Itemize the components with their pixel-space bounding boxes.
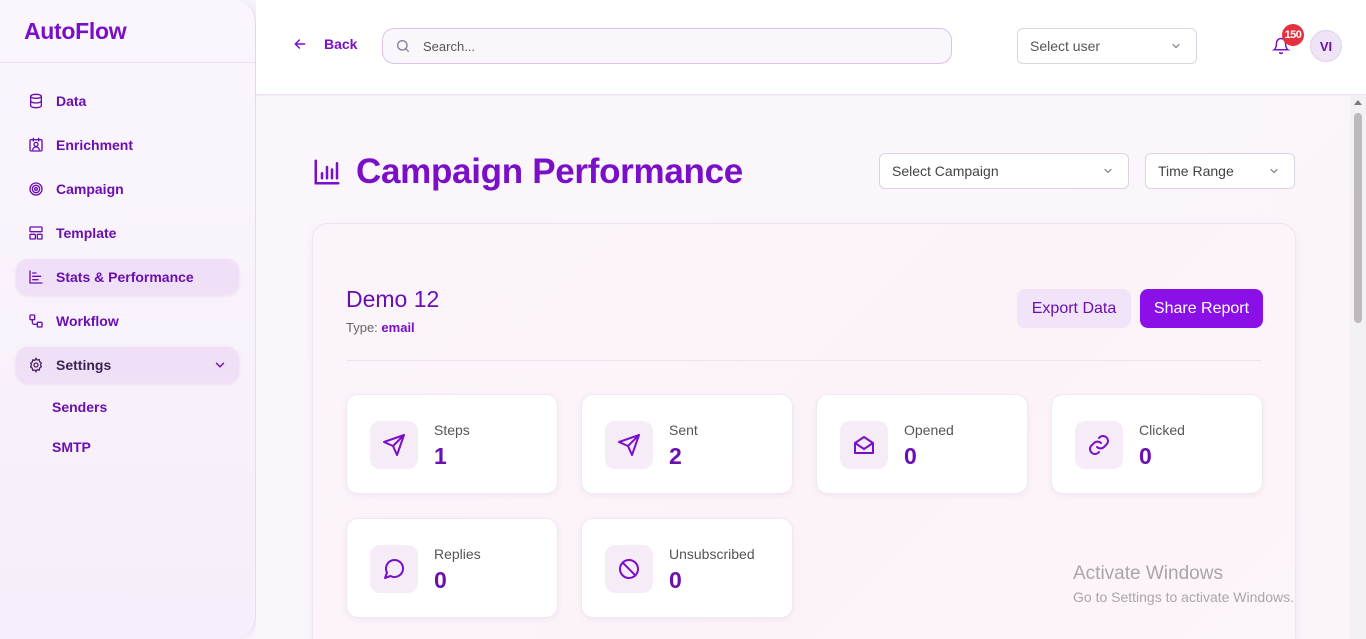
stat-icon-box <box>605 545 653 593</box>
sidebar-item-label: Settings <box>56 357 112 373</box>
sidebar-item-campaign[interactable]: Campaign <box>16 171 239 207</box>
bar-chart-icon <box>28 269 44 285</box>
back-button[interactable]: Back <box>292 36 357 52</box>
sidebar-nav: Data Enrichment Campaign Template Stats … <box>0 63 255 463</box>
watermark-line1: Activate Windows <box>1073 563 1223 584</box>
select-user-dropdown[interactable]: Select user <box>1017 28 1197 64</box>
stat-label: Sent <box>669 422 698 438</box>
notification-badge: 150 <box>1282 24 1304 46</box>
sidebar-item-label: Data <box>56 93 87 109</box>
main-content: Campaign Performance Select Campaign Tim… <box>256 96 1350 639</box>
stat-card-opened: Opened 0 <box>816 394 1028 494</box>
layout-icon <box>28 225 44 241</box>
bar-chart-icon <box>312 157 342 187</box>
sidebar-item-template[interactable]: Template <box>16 215 239 251</box>
sidebar-item-label: Campaign <box>56 181 124 197</box>
topbar: Back Select user 150 VI <box>256 0 1366 95</box>
chevron-down-icon <box>1268 165 1280 177</box>
sidebar: AutoFlow Data Enrichment Campaign Templa… <box>0 0 256 639</box>
search-input[interactable] <box>423 38 923 54</box>
sidebar-item-label: Workflow <box>56 313 119 329</box>
stat-label: Replies <box>434 546 481 562</box>
select-campaign-dropdown[interactable]: Select Campaign <box>879 153 1129 189</box>
chevron-down-icon <box>213 358 227 372</box>
select-campaign-value: Select Campaign <box>892 163 999 179</box>
sidebar-item-label: Enrichment <box>56 137 134 153</box>
id-card-icon <box>28 137 44 153</box>
sidebar-item-data[interactable]: Data <box>16 83 239 119</box>
sidebar-subitem-smtp[interactable]: SMTP <box>16 431 239 463</box>
share-report-button[interactable]: Share Report <box>1140 289 1263 328</box>
stat-icon-box <box>370 421 418 469</box>
stat-card-unsubscribed: Unsubscribed 0 <box>581 518 793 618</box>
sidebar-item-enrichment[interactable]: Enrichment <box>16 127 239 163</box>
avatar[interactable]: VI <box>1310 30 1342 62</box>
stat-value: 1 <box>434 443 447 469</box>
send-icon <box>382 433 406 457</box>
send-icon <box>617 433 641 457</box>
select-user-value: Select user <box>1030 38 1101 54</box>
ban-icon <box>617 557 641 581</box>
stat-label: Clicked <box>1139 422 1185 438</box>
campaign-type: Type: email <box>346 320 415 335</box>
sidebar-item-workflow[interactable]: Workflow <box>16 303 239 339</box>
target-icon <box>28 181 44 197</box>
chevron-down-icon <box>1102 165 1114 177</box>
search-box[interactable] <box>382 28 952 64</box>
time-range-dropdown[interactable]: Time Range <box>1145 153 1295 189</box>
database-icon <box>28 93 44 109</box>
stat-value: 0 <box>669 567 682 593</box>
scrollbar[interactable] <box>1350 96 1366 639</box>
arrow-left-icon <box>292 36 308 52</box>
back-label: Back <box>324 36 358 52</box>
stat-card-sent: Sent 2 <box>581 394 793 494</box>
message-circle-icon <box>382 557 406 581</box>
campaign-name: Demo 12 <box>346 286 440 312</box>
stat-value: 0 <box>1139 443 1152 469</box>
stat-card-clicked: Clicked 0 <box>1051 394 1263 494</box>
sidebar-item-stats-performance[interactable]: Stats & Performance <box>16 259 239 295</box>
divider <box>346 360 1262 361</box>
stat-label: Opened <box>904 422 954 438</box>
stat-value: 0 <box>904 443 917 469</box>
app-logo[interactable]: AutoFlow <box>0 0 255 63</box>
time-range-value: Time Range <box>1158 163 1234 179</box>
page-title: Campaign Performance <box>312 152 743 192</box>
stat-icon-box <box>605 421 653 469</box>
stat-card-steps: Steps 1 <box>346 394 558 494</box>
watermark-line2: Go to Settings to activate Windows. <box>1073 589 1294 605</box>
gear-icon <box>28 357 44 373</box>
scrollbar-thumb[interactable] <box>1354 113 1362 323</box>
chevron-down-icon <box>1170 40 1182 52</box>
sidebar-subitem-senders[interactable]: Senders <box>16 391 239 423</box>
search-icon <box>395 38 411 54</box>
sidebar-item-label: Stats & Performance <box>56 269 194 285</box>
activate-windows-watermark: Activate Windows Go to Settings to activ… <box>1073 563 1294 605</box>
export-data-button[interactable]: Export Data <box>1017 289 1131 328</box>
stat-card-replies: Replies 0 <box>346 518 558 618</box>
stat-icon-box <box>840 421 888 469</box>
stat-value: 0 <box>434 567 447 593</box>
stat-value: 2 <box>669 443 682 469</box>
workflow-icon <box>28 313 44 329</box>
sidebar-item-settings[interactable]: Settings <box>16 347 239 383</box>
mail-open-icon <box>852 433 876 457</box>
link-icon <box>1087 433 1111 457</box>
campaign-type-label: Type: <box>346 320 378 335</box>
stat-icon-box <box>1075 421 1123 469</box>
scroll-up-arrow-icon[interactable] <box>1354 100 1362 105</box>
sidebar-item-label: Template <box>56 225 117 241</box>
page-title-text: Campaign Performance <box>356 152 743 191</box>
stat-label: Unsubscribed <box>669 546 755 562</box>
campaign-type-value: email <box>381 320 415 335</box>
stat-icon-box <box>370 545 418 593</box>
stat-label: Steps <box>434 422 470 438</box>
